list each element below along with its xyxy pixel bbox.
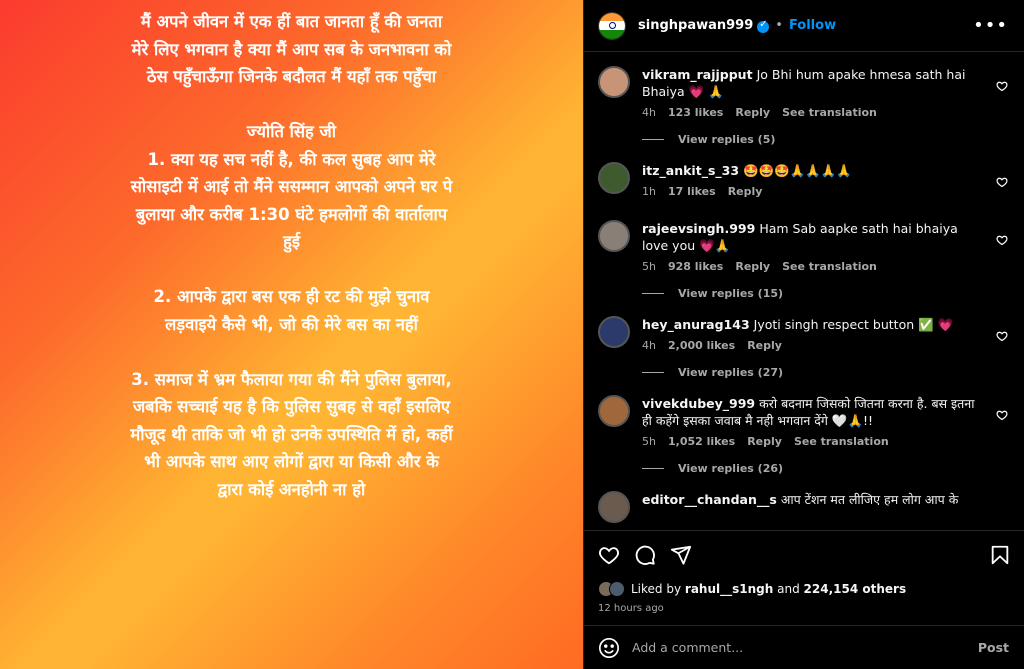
reply-button[interactable]: Reply <box>747 435 782 448</box>
comment-like-heart-icon[interactable] <box>996 330 1008 342</box>
liked-by-middle: and <box>777 582 800 596</box>
reply-button[interactable]: Reply <box>747 339 782 352</box>
comment-bubble-icon[interactable] <box>634 544 656 566</box>
comment-time[interactable]: 4h <box>642 339 656 352</box>
comment-time[interactable]: 1h <box>642 185 656 198</box>
comment-like-heart-icon[interactable] <box>996 176 1008 188</box>
view-replies-button[interactable]: View replies (26) <box>642 462 1008 475</box>
author-username[interactable]: singhpawan999 <box>638 18 753 33</box>
view-replies-label: View replies (5) <box>678 133 776 146</box>
add-comment-input[interactable] <box>632 640 978 655</box>
follow-button[interactable]: Follow <box>789 18 836 33</box>
commenter-username[interactable]: vivekdubey_999 <box>642 396 755 411</box>
commenter-username[interactable]: itz_ankit_s_33 <box>642 163 739 178</box>
liked-by-prefix: Liked by <box>631 582 682 596</box>
comment-text: 🤩🤩🤩🙏🙏🙏🙏 <box>743 163 852 178</box>
actions-bar: Liked by rahul__s1ngh and 224,154 others… <box>584 530 1024 614</box>
comment-time[interactable]: 5h <box>642 435 656 448</box>
replies-divider <box>642 372 664 373</box>
view-replies-button[interactable]: View replies (15) <box>642 287 1008 300</box>
commenter-avatar[interactable] <box>598 162 630 194</box>
comment-item: hey_anurag143 Jyoti singh respect button … <box>598 316 1008 379</box>
comment-text: Jyoti singh respect button ✅ 💗 <box>753 317 954 332</box>
comment-likes[interactable]: 17 likes <box>668 185 716 198</box>
comment-likes[interactable]: 123 likes <box>668 106 723 119</box>
see-translation-link[interactable]: See translation <box>782 106 877 119</box>
comment-like-heart-icon[interactable] <box>996 234 1008 246</box>
post-comment-button[interactable]: Post <box>978 640 1009 655</box>
comment-like-heart-icon[interactable] <box>996 80 1008 92</box>
bookmark-icon[interactable] <box>989 544 1011 566</box>
commenter-avatar[interactable] <box>598 395 630 427</box>
replies-divider <box>642 293 664 294</box>
post-header: singhpawan999 • Follow ••• <box>584 0 1024 52</box>
comment-likes[interactable]: 2,000 likes <box>668 339 735 352</box>
view-replies-label: View replies (15) <box>678 287 784 300</box>
comment-like-heart-icon[interactable] <box>996 409 1008 421</box>
more-options-icon[interactable]: ••• <box>973 15 1008 36</box>
comment-item: vivekdubey_999 करो बदनाम जिसको जितना करना… <box>598 395 1008 475</box>
share-paper-plane-icon[interactable] <box>670 544 692 566</box>
commenter-username[interactable]: editor__chandan__s <box>642 492 777 507</box>
see-translation-link[interactable]: See translation <box>782 260 877 273</box>
reply-button[interactable]: Reply <box>728 185 763 198</box>
view-replies-label: View replies (26) <box>678 462 784 475</box>
comment-item: vikram_rajjpput Jo Bhi hum apake hmesa sa… <box>598 66 1008 146</box>
comment-item: editor__chandan__s आप टेंशन मत लीजिए हम ल… <box>598 491 1008 530</box>
post-image-text: मैं अपने जीवन में एक हीं बात जानता हूँ क… <box>130 12 453 499</box>
comment-text: आप टेंशन मत लीजिए हम लोग आप के <box>780 492 959 507</box>
like-heart-icon[interactable] <box>598 544 620 566</box>
avatar[interactable] <box>598 11 626 40</box>
commenter-username[interactable]: hey_anurag143 <box>642 317 750 332</box>
reply-button[interactable]: Reply <box>735 106 770 119</box>
view-replies-button[interactable]: View replies (5) <box>642 133 1008 146</box>
post-sidebar: singhpawan999 • Follow ••• vikram_rajjpp… <box>583 0 1024 669</box>
add-comment-bar: Post <box>584 625 1024 669</box>
see-translation-link[interactable]: See translation <box>794 435 889 448</box>
chakra-icon <box>608 22 616 29</box>
view-replies-label: View replies (27) <box>678 366 784 379</box>
reply-button[interactable]: Reply <box>735 260 770 273</box>
comment-item: rajeevsingh.999 Ham Sab aapke sath hai bh… <box>598 220 1008 300</box>
likes-summary: Liked by rahul__s1ngh and 224,154 others <box>598 581 1011 597</box>
commenter-avatar[interactable] <box>598 220 630 252</box>
comment-likes[interactable]: 1,052 likes <box>668 435 735 448</box>
likes-count[interactable]: 224,154 others <box>804 582 907 596</box>
replies-divider <box>642 139 664 140</box>
emoji-icon[interactable] <box>598 637 620 659</box>
comment-likes[interactable]: 928 likes <box>668 260 723 273</box>
commenter-username[interactable]: rajeevsingh.999 <box>642 221 755 236</box>
separator-dot: • <box>775 18 783 33</box>
liked-by-avatars[interactable] <box>598 581 625 597</box>
replies-divider <box>642 468 664 469</box>
view-replies-button[interactable]: View replies (27) <box>642 366 1008 379</box>
commenter-avatar[interactable] <box>598 491 630 523</box>
comments-list[interactable]: vikram_rajjpput Jo Bhi hum apake hmesa sa… <box>584 52 1024 530</box>
commenter-avatar[interactable] <box>598 66 630 98</box>
commenter-avatar[interactable] <box>598 316 630 348</box>
commenter-username[interactable]: vikram_rajjpput <box>642 67 753 82</box>
verified-badge-icon <box>757 19 770 33</box>
post-timestamp[interactable]: 12 hours ago <box>598 603 1011 614</box>
liked-by-user[interactable]: rahul__s1ngh <box>685 582 773 596</box>
comment-time[interactable]: 4h <box>642 106 656 119</box>
comment-item: itz_ankit_s_33 🤩🤩🤩🙏🙏🙏🙏 1h 17 likes Reply <box>598 162 1008 220</box>
comment-time[interactable]: 5h <box>642 260 656 273</box>
post-image[interactable]: मैं अपने जीवन में एक हीं बात जानता हूँ क… <box>0 0 583 669</box>
